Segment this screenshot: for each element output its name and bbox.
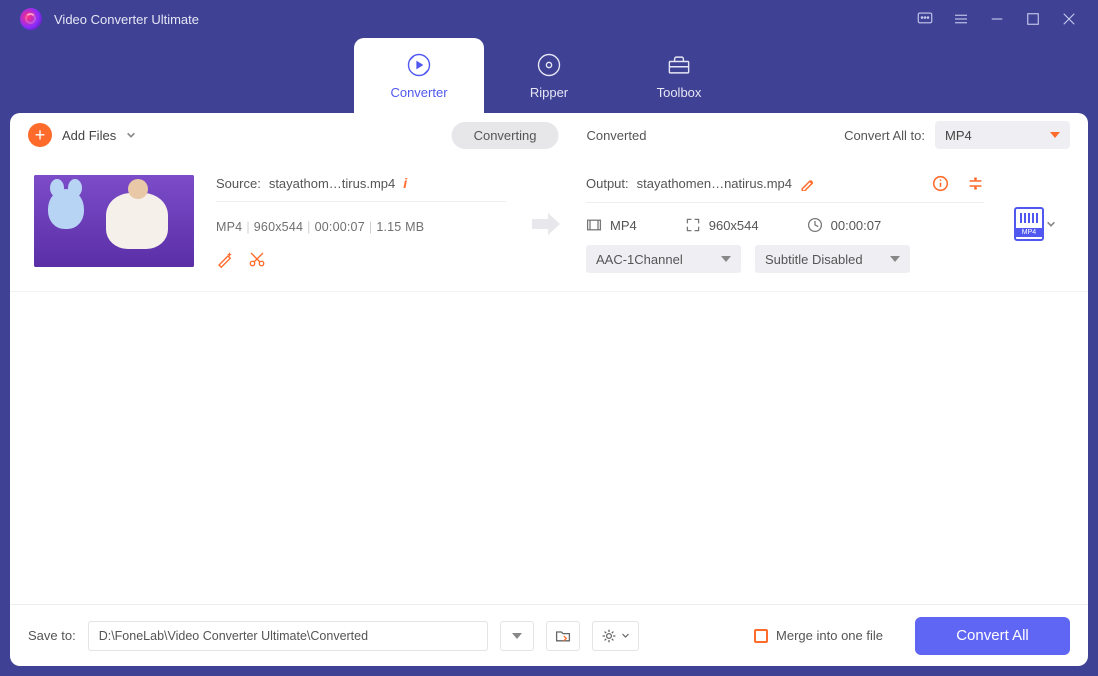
chevron-down-icon [721,256,731,262]
info-circle-icon[interactable] [932,175,949,192]
open-folder-button[interactable] [546,621,580,651]
format-select[interactable]: MP4 [935,121,1070,149]
output-profile-button[interactable] [1014,207,1044,241]
out-format: MP4 [586,217,637,233]
clock-icon [807,217,823,233]
main-tabs: Converter Ripper Toolbox [0,38,1098,113]
out-resolution: 960x544 [685,217,759,233]
convert-all-to: Convert All to: MP4 [844,121,1070,149]
file-row: Source: stayathom…tirus.mp4 i MP4|960x54… [10,157,1088,292]
plus-icon: + [28,123,52,147]
compress-icon[interactable] [967,175,984,192]
app-logo [20,8,42,30]
enhance-icon[interactable] [216,250,234,268]
source-line: Source: stayathom…tirus.mp4 i [216,175,506,202]
convert-all-button[interactable]: Convert All [915,617,1070,655]
toolbar: + Add Files Converting Converted Convert… [10,113,1088,157]
film-icon [586,217,602,233]
tab-toolbox[interactable]: Toolbox [614,38,744,113]
output-label: Output: [586,176,629,191]
tab-converter[interactable]: Converter [354,38,484,113]
edit-icon[interactable] [800,176,815,191]
ripper-icon [535,51,563,79]
source-filename: stayathom…tirus.mp4 [269,176,395,191]
source-tools [216,250,506,268]
save-path-dropdown[interactable] [500,621,534,651]
footer: Save to: D:\FoneLab\Video Converter Ulti… [10,604,1088,666]
menu-icon[interactable] [952,10,970,28]
feedback-icon[interactable] [916,10,934,28]
merge-label: Merge into one file [776,628,883,643]
status-converting[interactable]: Converting [452,122,559,149]
convert-all-to-label: Convert All to: [844,128,925,143]
audio-select[interactable]: AAC-1Channel [586,245,741,273]
source-meta: MP4|960x544|00:00:07|1.15 MB [216,220,506,234]
add-files-label: Add Files [62,128,116,143]
source-label: Source: [216,176,261,191]
minimize-icon[interactable] [988,10,1006,28]
status-converted[interactable]: Converted [586,128,646,143]
chevron-down-icon [621,631,630,640]
merge-checkbox[interactable]: Merge into one file [754,628,883,643]
folder-icon [555,628,571,644]
tab-converter-label: Converter [390,85,447,100]
checkbox-icon [754,629,768,643]
chevron-down-icon [126,130,136,140]
toolbox-icon [665,51,693,79]
titlebar: Video Converter Ultimate [0,0,1098,38]
output-column: Output: stayathomen…natirus.mp4 MP4 960x… [586,175,984,273]
out-duration: 00:00:07 [807,217,882,233]
output-filename: stayathomen…natirus.mp4 [637,176,792,191]
subtitle-select[interactable]: Subtitle Disabled [755,245,910,273]
expand-icon [685,217,701,233]
cut-icon[interactable] [248,250,266,268]
gear-icon [601,628,617,644]
output-selects: AAC-1Channel Subtitle Disabled [586,245,984,273]
tab-toolbox-label: Toolbox [657,85,702,100]
window-controls [916,10,1078,28]
converter-icon [405,51,433,79]
status-tabs: Converting Converted [452,122,647,149]
chevron-down-icon [1050,132,1060,138]
tab-ripper-label: Ripper [530,85,568,100]
close-icon[interactable] [1060,10,1078,28]
format-selected-value: MP4 [945,128,972,143]
save-path-input[interactable]: D:\FoneLab\Video Converter Ultimate\Conv… [88,621,488,651]
workspace: + Add Files Converting Converted Convert… [10,113,1088,666]
save-to-label: Save to: [28,628,76,643]
output-props: MP4 960x544 00:00:07 [586,217,984,233]
chevron-down-icon[interactable] [1046,219,1056,229]
tab-ripper[interactable]: Ripper [484,38,614,113]
add-files-button[interactable]: + Add Files [28,123,136,147]
source-column: Source: stayathom…tirus.mp4 i MP4|960x54… [216,175,506,268]
arrow-icon [528,213,564,235]
maximize-icon[interactable] [1024,10,1042,28]
info-icon[interactable]: i [403,175,407,191]
app-title: Video Converter Ultimate [54,12,199,27]
settings-button[interactable] [592,621,639,651]
titlebar-left: Video Converter Ultimate [20,8,199,30]
chevron-down-icon [890,256,900,262]
video-thumbnail[interactable] [34,175,194,267]
profile-column [1006,207,1064,241]
